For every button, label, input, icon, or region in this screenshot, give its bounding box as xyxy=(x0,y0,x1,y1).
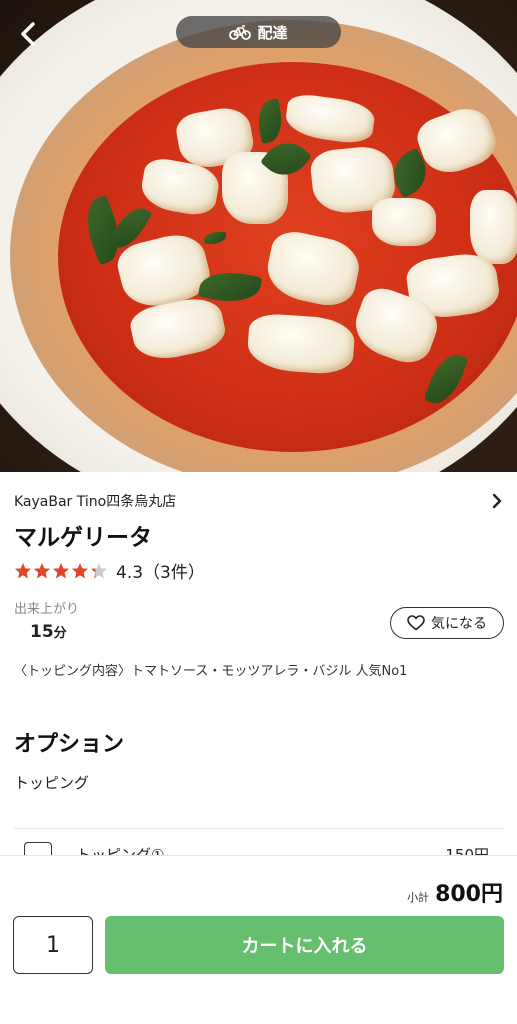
rating-row: 4.3（3件） xyxy=(14,558,205,583)
shop-name: KayaBar Tino四条烏丸店 xyxy=(14,494,177,510)
options-group-label: トッピング xyxy=(14,774,90,792)
cheese-piece xyxy=(470,190,517,264)
star-icon xyxy=(15,562,31,578)
shop-link[interactable]: KayaBar Tino四条烏丸店 xyxy=(14,490,503,512)
bicycle-icon xyxy=(229,25,252,40)
chevron-left-icon xyxy=(21,22,35,46)
options-title: オプション xyxy=(14,732,125,757)
back-button[interactable] xyxy=(14,20,42,48)
cook-time-label: 出来上がり xyxy=(14,602,80,617)
subtotal-value: 800円 xyxy=(435,882,503,907)
add-to-cart-button[interactable]: カートに入れる xyxy=(105,916,504,974)
favorite-button[interactable]: 気になる xyxy=(390,607,504,639)
item-description: 〈トッピング内容〉トマトソース・モッツアレラ・バジル 人気No1 xyxy=(14,664,408,679)
quantity-value: 1 xyxy=(46,932,60,958)
star-icon xyxy=(53,562,69,578)
quantity-selector[interactable]: 1 xyxy=(13,916,93,974)
delivery-mode-pill[interactable]: 配達 xyxy=(176,16,341,48)
cook-time-unit: 分 xyxy=(53,626,67,641)
star-icon xyxy=(34,562,50,578)
cook-time-minutes: 15 xyxy=(30,622,54,642)
cook-time-value: 15分 xyxy=(30,622,67,642)
rating-stars xyxy=(14,562,108,580)
item-title: マルゲリータ xyxy=(14,525,152,551)
cheese-piece xyxy=(372,198,436,246)
heart-icon xyxy=(407,615,425,631)
star-icon xyxy=(91,562,107,578)
item-photo: 配達 xyxy=(0,0,517,472)
divider xyxy=(14,828,503,829)
cart-footer: 小計 800円 1 カートに入れる xyxy=(0,855,517,1024)
subtotal: 小計 800円 xyxy=(407,876,503,908)
subtotal-label: 小計 xyxy=(407,891,430,904)
rating-text: 4.3（3件） xyxy=(116,563,205,583)
star-icon xyxy=(72,562,88,578)
add-to-cart-label: カートに入れる xyxy=(241,936,368,957)
delivery-label: 配達 xyxy=(257,23,288,42)
chevron-right-icon xyxy=(492,493,502,509)
favorite-label: 気になる xyxy=(431,616,487,632)
